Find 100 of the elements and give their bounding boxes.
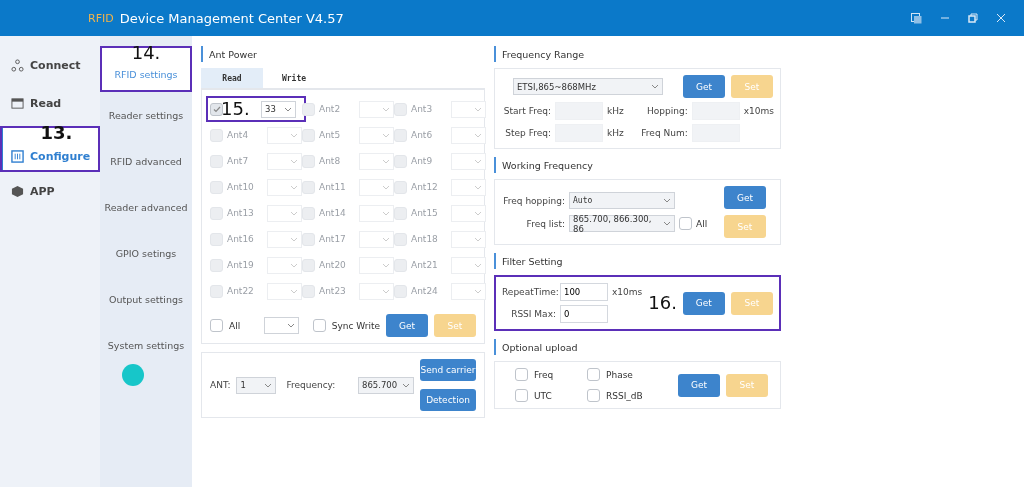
antenna-label: Ant19 [227,260,255,270]
field-label: RepeatTime: [502,287,556,297]
input-field[interactable]: 0 [560,305,608,323]
checkbox[interactable] [587,368,600,381]
caret-icon [474,132,482,138]
field-label: Hopping: [646,106,688,116]
unit-label: kHz [607,106,624,116]
callout-number: 15. [221,100,251,118]
subnav-item[interactable]: Reader settings [100,92,192,138]
subnav-item[interactable]: System settings [100,322,192,368]
caret-icon [290,236,298,242]
antenna-label: Ant13 [227,208,255,218]
caret-icon [474,262,482,268]
tab[interactable]: Read [201,68,263,88]
nav-item[interactable]: Read [0,84,100,122]
antenna-label: Ant4 [227,130,250,140]
caret-icon [382,184,390,190]
antenna-label: Ant12 [411,182,439,192]
caret-icon [382,236,390,242]
power-select[interactable]: 33 [261,100,296,118]
field-label: Step Freq: [504,128,551,138]
antenna-label: Ant2 [319,104,342,114]
window-title: Device Management Center V4.57 [119,10,344,26]
card-icon [11,96,24,110]
nav-item[interactable]: Connect [0,46,100,84]
caret-icon [651,84,659,89]
antenna-label: Ant24 [411,286,439,296]
caret-icon [382,106,390,112]
subnav-item[interactable]: Reader advanced [100,184,192,230]
caret-icon [284,106,292,112]
caret-icon [290,158,298,164]
antenna-label: Ant21 [411,260,439,270]
subnav-item[interactable]: RFID advanced [100,138,192,184]
power-select[interactable] [263,317,299,334]
close-icon[interactable] [996,13,1006,23]
antenna-select[interactable]: 1 [236,376,277,394]
frequency-list-select[interactable]: 865.700, 866.300, 86 [569,215,675,232]
caret-icon [290,262,298,268]
callout-number: 13. [40,124,73,142]
antenna-label: Ant7 [227,156,250,166]
checkbox[interactable] [515,368,528,381]
antenna-label: Ant22 [227,286,255,296]
antenna-label: Ant9 [411,156,434,166]
checkbox-label: UTC [534,390,552,401]
checkbox[interactable] [679,217,692,230]
checkbox[interactable] [312,319,326,332]
caret-icon [663,221,671,226]
frequency-select[interactable]: 865.700 [358,376,414,394]
antenna-label: Ant15 [411,208,439,218]
restore-icon[interactable] [968,13,978,23]
hopping-select[interactable]: Auto [569,192,675,209]
get-button[interactable]: Get [386,314,428,337]
field-label: Frequency: [286,380,337,390]
subnav-item[interactable]: Output settings [100,276,192,322]
caret-icon [286,323,295,328]
field-label: ANT: [210,380,231,390]
antenna-label: Ant6 [411,130,434,140]
section-title: Optional upload [494,339,781,355]
caret-icon [474,106,482,112]
callout-number: 14. [131,44,161,62]
checkbox-label: Phase [606,369,633,380]
field-label: RSSI Max: [510,309,556,319]
unit-label: kHz [607,128,624,138]
detection-button[interactable]: Detection [420,389,476,411]
checkbox[interactable] [210,102,223,116]
caret-icon [382,210,390,216]
antenna-label: Ant16 [227,234,255,244]
checkbox-label: All [696,218,708,229]
get-button[interactable]: Get [682,291,725,315]
unit-label: x10ms [743,106,774,116]
antenna-label: Ant3 [411,104,434,114]
get-button[interactable]: Get [678,373,720,397]
checkmark-icon [212,105,221,113]
subnav-item[interactable]: GPIO setings [100,230,192,276]
caret-icon [474,210,482,216]
section-title: Ant Power [201,46,485,62]
get-button[interactable]: Get [724,186,766,209]
nav-item[interactable]: 13. Configure [0,126,100,172]
subnav-item[interactable]: 14. RFID settings [100,46,192,92]
caret-icon [382,288,390,294]
antenna-label: Ant5 [319,130,342,140]
checkbox[interactable] [587,389,600,402]
section-title: Filter Setting [494,253,781,269]
antenna-label: Ant8 [319,156,342,166]
translate-icon[interactable] [911,12,922,24]
send-carrier-button[interactable]: Send carrier [420,359,476,381]
checkbox[interactable] [210,319,223,332]
input-field[interactable]: 100 [560,283,608,301]
antenna-label: Ant11 [319,182,347,192]
checkbox[interactable] [515,389,528,402]
field-label: Start Freq: [502,106,551,116]
caret-icon [474,184,482,190]
get-button[interactable]: Get [683,75,725,98]
antenna-label: Ant18 [411,234,439,244]
nav-item[interactable]: APP [0,172,100,210]
region-select[interactable]: ETSI,865~868MHz [513,78,663,95]
antenna-label: Ant20 [319,260,347,270]
checkbox-label: All [229,320,242,331]
caret-icon [382,132,390,138]
sliders-icon [11,149,24,163]
